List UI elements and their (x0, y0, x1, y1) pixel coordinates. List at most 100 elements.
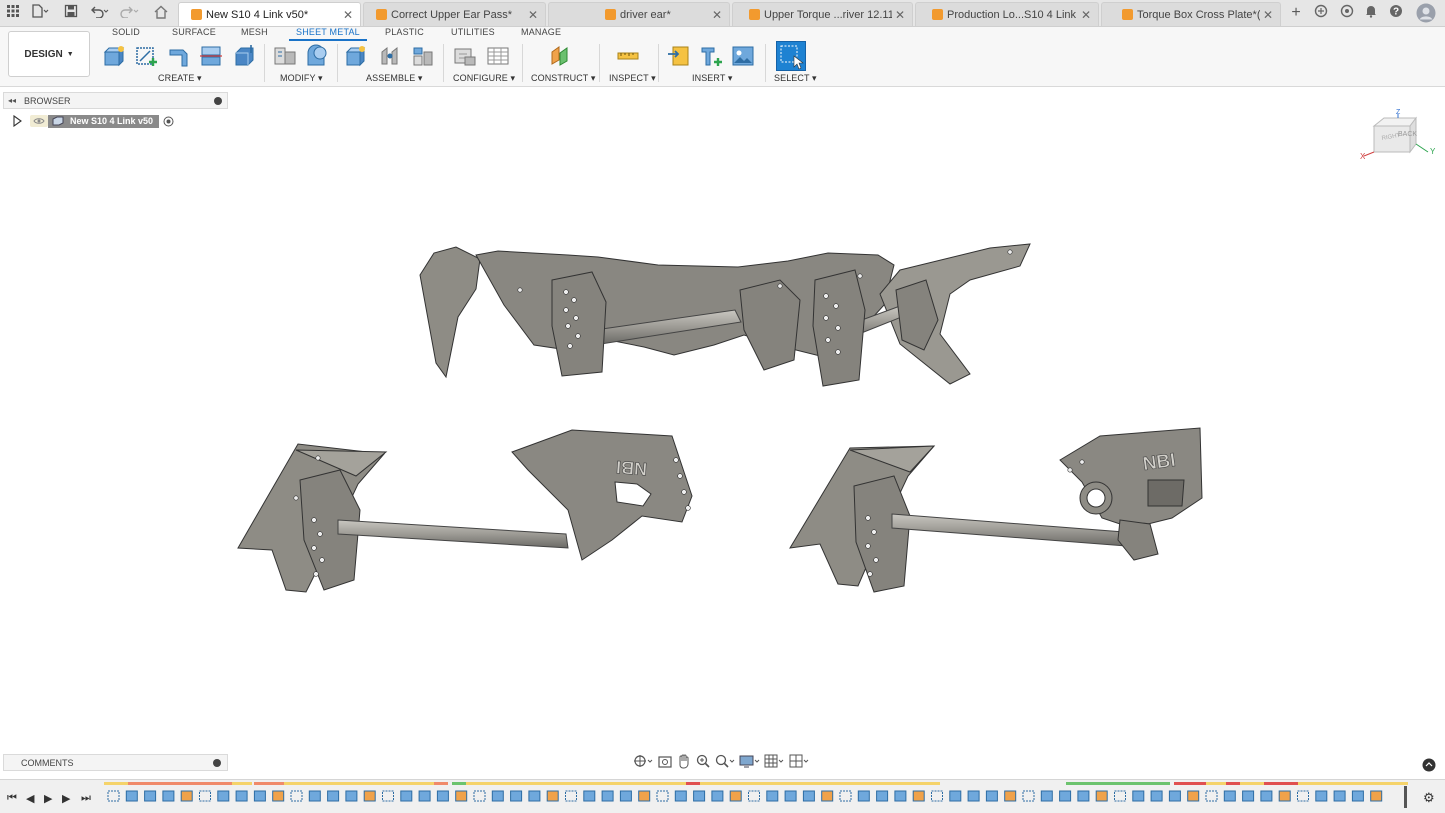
timeline-feature-plane-icon[interactable] (1004, 790, 1017, 802)
select-tool-button[interactable] (776, 41, 806, 71)
home-icon[interactable] (152, 5, 170, 23)
step-back-icon[interactable]: ◀ (26, 792, 34, 805)
apps-grid-icon[interactable] (4, 4, 22, 22)
timeline-feature-bend-icon[interactable] (436, 790, 449, 802)
joint-icon[interactable] (378, 44, 402, 68)
timeline-feature-sketch-icon[interactable] (839, 790, 852, 802)
select-menu[interactable]: SELECT ▾ (774, 73, 817, 84)
timeline-feature-flange-icon[interactable] (1150, 790, 1163, 802)
display-settings-icon[interactable] (739, 753, 761, 769)
lower-link-left-assembly[interactable]: NBI (237, 429, 693, 593)
workspace-switcher[interactable]: DESIGN ▼ (8, 31, 90, 77)
timeline-feature-sketch-icon[interactable] (565, 790, 577, 802)
timeline-feature-flange-icon[interactable] (418, 790, 431, 802)
timeline-feature-bend-icon[interactable] (619, 790, 632, 802)
step-forward-icon[interactable]: ▶ (62, 792, 70, 805)
tab-manage[interactable]: MANAGE (521, 27, 561, 41)
timeline-feature-flange-icon[interactable] (693, 790, 706, 802)
configure-design-icon[interactable] (453, 44, 477, 68)
upper-link-assembly[interactable] (419, 243, 1031, 387)
timeline-feature-extrude-icon[interactable] (400, 790, 413, 802)
timeline-feature-flange-icon[interactable] (1242, 790, 1255, 802)
offset-plane-icon[interactable] (548, 44, 572, 68)
timeline-feature-sketch-icon[interactable] (107, 790, 120, 802)
tab-solid[interactable]: SOLID (112, 27, 140, 41)
timeline-feature-flange-icon[interactable] (1059, 790, 1072, 802)
timeline-feature-plane-icon[interactable] (272, 790, 285, 802)
timeline-feature-extrude-icon[interactable] (1223, 790, 1236, 802)
as-built-joint-icon[interactable] (411, 44, 435, 68)
timeline-feature-bend-icon[interactable] (1077, 790, 1090, 802)
file-menu-icon[interactable] (30, 4, 50, 22)
document-tab-5[interactable]: Production Lo...S10 4 Link v1 ✕ (915, 2, 1099, 26)
new-component-icon[interactable] (102, 44, 126, 68)
timeline-feature-bend-icon[interactable] (253, 790, 266, 802)
timeline-feature-bend-icon[interactable] (1260, 790, 1273, 802)
close-icon[interactable]: ✕ (1078, 8, 1094, 22)
tab-plastic[interactable]: PLASTIC (385, 27, 424, 41)
timeline-feature-plane-icon[interactable] (363, 790, 376, 802)
create-menu[interactable]: CREATE ▾ (158, 73, 202, 84)
lower-link-right-assembly[interactable]: NBI (789, 427, 1203, 593)
timeline-feature-extrude-icon[interactable] (583, 790, 596, 802)
timeline-feature-plane-icon[interactable] (821, 790, 834, 802)
configuration-table-icon[interactable] (486, 44, 510, 68)
timeline-feature-plane-icon[interactable] (1370, 790, 1383, 802)
look-at-icon[interactable] (657, 753, 673, 769)
tab-utilities[interactable]: UTILITIES (451, 27, 495, 41)
timeline-feature-flange-icon[interactable] (1333, 790, 1346, 802)
save-icon[interactable] (62, 4, 80, 22)
timeline-feature-flange-icon[interactable] (144, 790, 157, 802)
close-icon[interactable]: ✕ (1260, 8, 1276, 22)
go-to-start-icon[interactable]: ⏮ (7, 792, 17, 805)
timeline-feature-sketch-icon[interactable] (382, 790, 394, 802)
timeline-feature-track[interactable] (104, 782, 1414, 812)
timeline-feature-flange-icon[interactable] (327, 790, 340, 802)
create-sketch-icon[interactable] (135, 44, 159, 68)
unfold-icon[interactable] (273, 44, 297, 68)
grid-settings-icon[interactable] (764, 753, 786, 769)
comments-panel[interactable]: COMMENTS (3, 754, 228, 771)
timeline-feature-extrude-icon[interactable] (949, 790, 962, 802)
timeline-feature-bend-icon[interactable] (345, 790, 358, 802)
document-tab-2[interactable]: Correct Upper Ear Pass* ✕ (363, 2, 546, 26)
timeline-feature-sketch-icon[interactable] (931, 790, 943, 802)
timeline-feature-extrude-icon[interactable] (857, 790, 870, 802)
3d-viewport[interactable]: NBI NBI (0, 88, 1445, 753)
timeline-feature-bend-icon[interactable] (1351, 790, 1364, 802)
timeline-feature-plane-icon[interactable] (638, 790, 651, 802)
close-icon[interactable]: ✕ (525, 8, 541, 22)
flange-icon[interactable] (167, 44, 191, 68)
go-to-end-icon[interactable]: ⏭ (81, 792, 91, 805)
redo-icon[interactable] (118, 4, 142, 22)
timeline-feature-flange-icon[interactable] (235, 790, 248, 802)
timeline-feature-plane-icon[interactable] (455, 790, 468, 802)
timeline-feature-bend-icon[interactable] (162, 790, 175, 802)
close-icon[interactable]: ✕ (892, 8, 908, 22)
timeline-feature-sketch-icon[interactable] (1114, 790, 1126, 802)
timeline-marker[interactable] (1404, 786, 1407, 808)
timeline-feature-extrude-icon[interactable] (1040, 790, 1053, 802)
fit-zoom-icon[interactable] (714, 753, 736, 769)
timeline-feature-sketch-icon[interactable] (1205, 790, 1218, 802)
user-avatar-icon[interactable] (1416, 3, 1436, 23)
viewcube-back-face[interactable]: BACK (1398, 131, 1417, 138)
tab-mesh[interactable]: MESH (241, 27, 268, 41)
inspect-menu[interactable]: INSPECT ▾ (609, 73, 656, 84)
play-icon[interactable]: ▶ (44, 792, 52, 805)
zoom-icon[interactable] (695, 753, 711, 769)
close-icon[interactable]: ✕ (709, 8, 725, 22)
insert-mcmaster-icon[interactable] (699, 44, 723, 68)
bend-icon[interactable] (199, 44, 223, 68)
extensions-icon[interactable] (1312, 4, 1330, 22)
job-status-icon[interactable] (1338, 4, 1356, 22)
help-icon[interactable]: ? (1387, 4, 1405, 22)
modify-menu[interactable]: MODIFY ▾ (280, 73, 323, 84)
timeline-feature-plane-icon[interactable] (1278, 790, 1291, 802)
configure-menu[interactable]: CONFIGURE ▾ (453, 73, 515, 84)
timeline-feature-sketch-icon[interactable] (290, 790, 303, 802)
timeline-feature-extrude-icon[interactable] (125, 790, 138, 802)
viewports-icon[interactable] (789, 753, 811, 769)
new-tab-plus-icon[interactable]: + (1287, 4, 1305, 22)
assemble-menu[interactable]: ASSEMBLE ▾ (366, 73, 423, 84)
